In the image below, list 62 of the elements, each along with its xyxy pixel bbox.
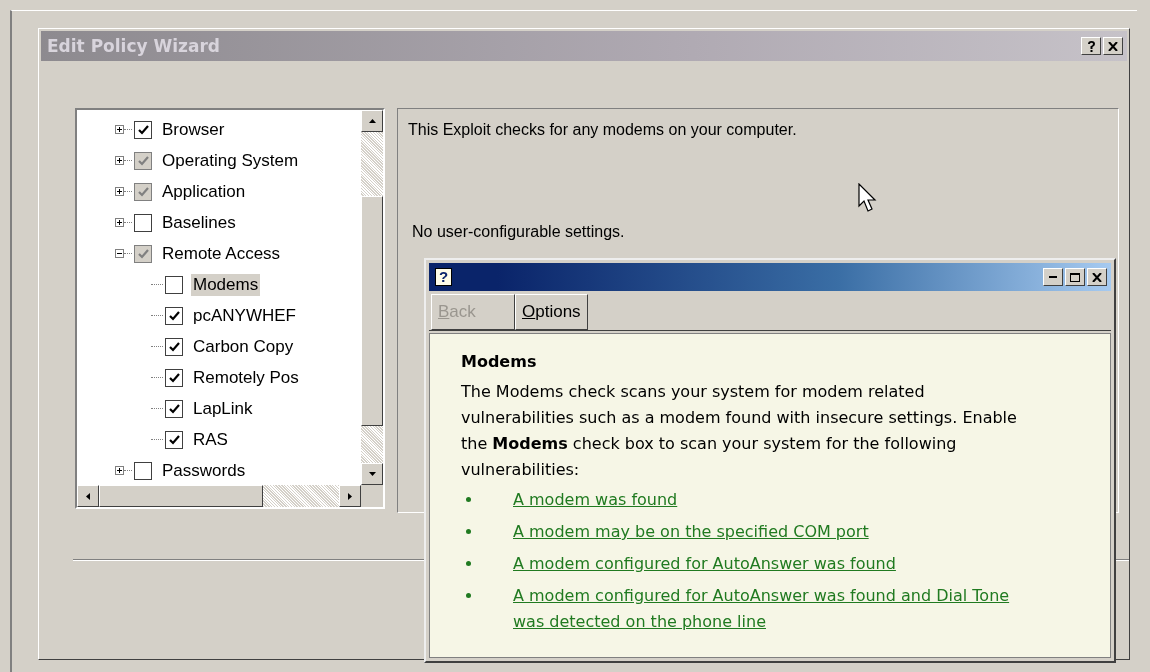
checkbox[interactable]	[134, 461, 152, 480]
tree-item[interactable]: Modems	[191, 273, 261, 296]
tree-item[interactable]: RAS	[191, 428, 230, 451]
tree-item[interactable]: Browser	[160, 118, 227, 141]
help-paragraph: The Modems check scans your system for modem related vulnerabilities such as a modem found with insecure settings. Enable the Modems check box to scan your system for the following vulnerabilities:	[461, 381, 1018, 481]
checkbox[interactable]	[165, 337, 183, 356]
scrollbar-corner	[361, 485, 383, 507]
settings-text: No user-configurable settings.	[412, 223, 626, 241]
bullet-icon	[466, 497, 471, 502]
tree-item[interactable]: Remotely Pos	[191, 366, 301, 389]
left-arrow-icon	[86, 492, 90, 500]
expander-icon[interactable]	[115, 125, 124, 134]
help-heading: Modems	[461, 352, 538, 371]
checkbox[interactable]	[134, 213, 152, 232]
help-link[interactable]: A modem was found	[513, 487, 678, 513]
bullet-icon	[466, 593, 471, 598]
horizontal-scrollbar[interactable]	[77, 485, 383, 507]
close-icon	[1108, 41, 1118, 51]
checkbox[interactable]	[165, 430, 183, 449]
expander-icon[interactable]	[115, 187, 124, 196]
window-title: Edit Policy Wizard	[47, 36, 221, 56]
checkbox[interactable]	[165, 275, 183, 294]
minimize-icon	[1049, 276, 1057, 278]
checkbox[interactable]	[165, 306, 183, 325]
tree-item[interactable]: pcANYWHEF	[191, 304, 298, 327]
close-button[interactable]	[1103, 37, 1123, 55]
bullet-icon	[466, 529, 471, 534]
expander-icon[interactable]	[115, 156, 124, 165]
expander-icon[interactable]	[115, 249, 124, 258]
maximize-icon	[1070, 272, 1080, 282]
close-button[interactable]	[1087, 268, 1107, 286]
tree-item[interactable]: Application	[160, 180, 248, 203]
checkbox[interactable]	[134, 244, 152, 263]
help-icon	[1086, 40, 1096, 52]
checkbox[interactable]	[134, 120, 152, 139]
tree-item[interactable]: Operating System	[160, 149, 301, 172]
tree-item[interactable]: Carbon Copy	[191, 335, 296, 358]
help-link[interactable]: A modem may be on the specified COM port	[513, 519, 869, 545]
toolbar-button[interactable]: Options	[515, 294, 588, 330]
expander-icon[interactable]	[115, 466, 124, 475]
tree-item[interactable]: Baselines	[160, 211, 238, 234]
expander-icon[interactable]	[115, 218, 124, 227]
close-icon	[1092, 272, 1102, 282]
maximize-button[interactable]	[1065, 268, 1085, 286]
help-book-icon: ?	[435, 268, 453, 286]
up-arrow-icon	[368, 119, 376, 123]
description-text: This Exploit checks for any modems on your computer.	[408, 121, 798, 139]
help-button[interactable]	[1081, 37, 1101, 55]
vertical-scrollbar[interactable]	[361, 110, 383, 485]
down-arrow-icon	[368, 472, 376, 476]
checkbox[interactable]	[165, 368, 183, 387]
bullet-icon	[466, 561, 471, 566]
minimize-button[interactable]	[1043, 268, 1063, 286]
checkbox[interactable]	[134, 151, 152, 170]
help-link[interactable]: A modem configured for AutoAnswer was found	[513, 551, 896, 577]
checkbox[interactable]	[165, 399, 183, 418]
tree-item[interactable]: LapLink	[191, 397, 255, 420]
right-arrow-icon	[348, 492, 352, 500]
tree-item[interactable]: Remote Access	[160, 242, 283, 265]
tree-item[interactable]: Passwords	[160, 459, 248, 482]
help-link[interactable]: A modem configured for AutoAnswer was found and Dial Tone was detected on the phone line	[513, 583, 1041, 635]
checkbox[interactable]	[134, 182, 152, 201]
